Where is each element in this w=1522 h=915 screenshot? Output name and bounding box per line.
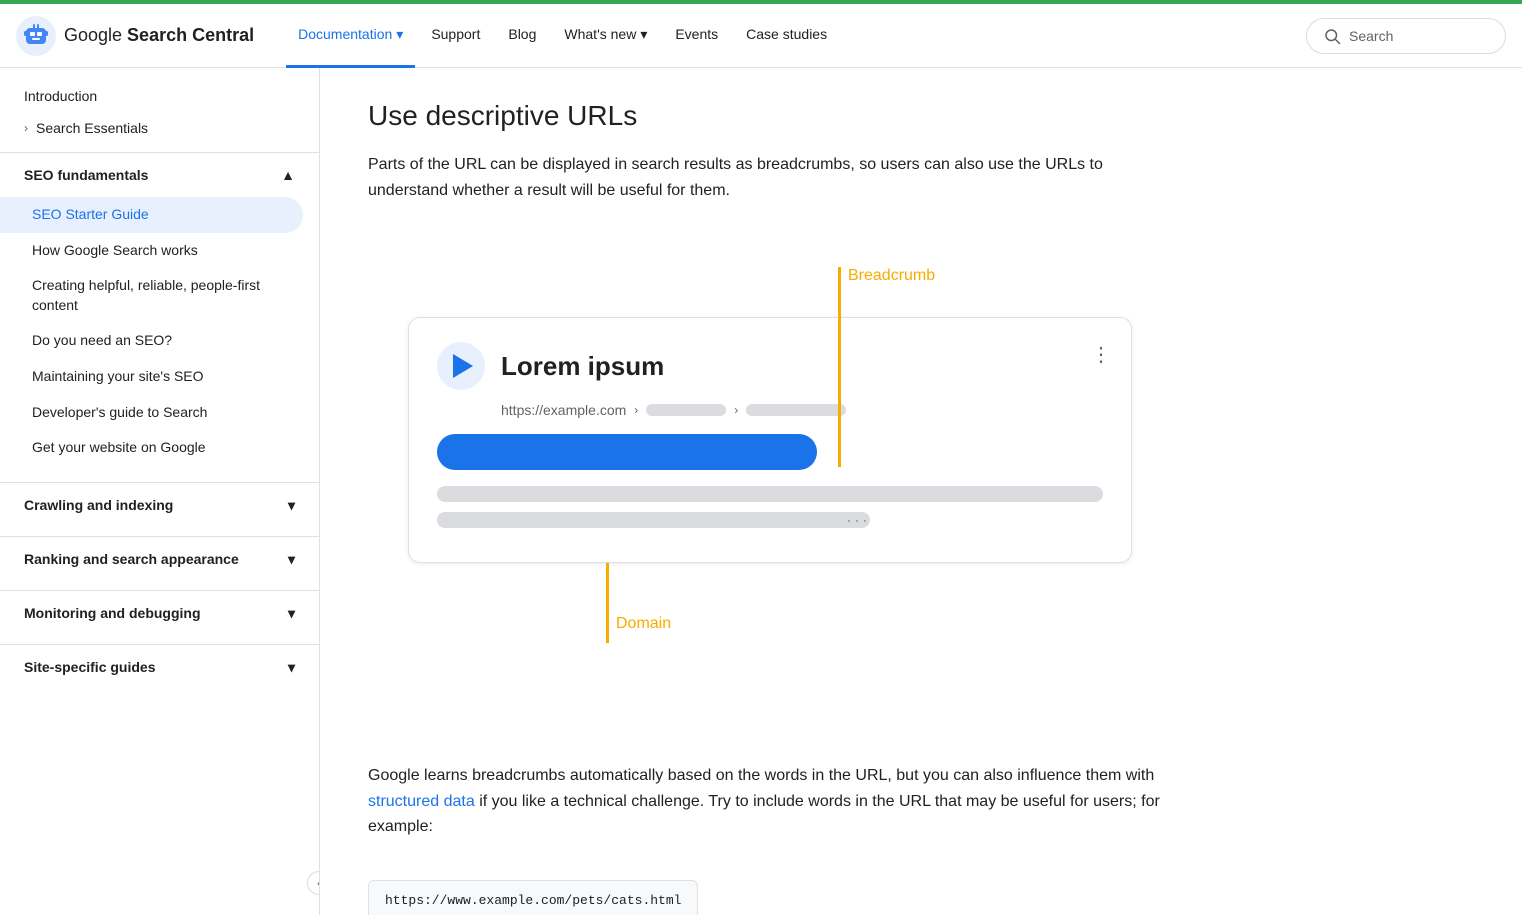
body-text-paragraph: Google learns breadcrumbs automatically … [368,763,1172,840]
nav-whats-new[interactable]: What's new ▾ [552,4,659,68]
url-text: https://example.com [501,402,626,418]
sidebar-group-seo-fundamentals-header[interactable]: SEO fundamentals ▲ [0,153,319,197]
url-separator-2: › [734,403,738,417]
chevron-down-monitoring-icon: ▾ [288,605,295,622]
url-separator-1: › [634,403,638,417]
logo[interactable]: Google Search Central [16,16,254,56]
sidebar-group-crawling-header[interactable]: Crawling and indexing ▾ [0,483,319,528]
sidebar: Introduction › Search Essentials SEO fun… [0,68,320,915]
three-dots-menu[interactable]: ⋮ [1091,342,1111,367]
nav-blog[interactable]: Blog [496,4,548,68]
domain-line [606,563,609,643]
gray-bar-1 [437,486,1103,502]
url-gray-segment-2 [746,404,846,416]
sidebar-item-do-you-need-seo[interactable]: Do you need an SEO? [0,323,319,359]
top-nav: Google Search Central Documentation ▾ Su… [0,4,1522,68]
domain-annotation: Domain [388,563,1152,643]
main-content: Use descriptive URLs Parts of the URL ca… [320,68,1220,915]
search-bar[interactable]: Search [1306,18,1506,54]
chevron-up-icon: ▲ [281,167,295,183]
layout: Introduction › Search Essentials SEO fun… [0,68,1522,915]
breadcrumb-label: Breadcrumb [848,267,935,285]
sidebar-group-monitoring: Monitoring and debugging ▾ [0,590,319,636]
search-result-diagram: Breadcrumb ⋮ Lorem ipsum https://example… [368,227,1172,763]
sidebar-group-monitoring-header[interactable]: Monitoring and debugging ▾ [0,591,319,636]
nav-links: Documentation ▾ Support Blog What's new … [286,4,1306,68]
chevron-down-site-specific-icon: ▾ [288,659,295,676]
result-icon [437,342,485,390]
chevron-right-icon: › [24,121,28,135]
domain-label: Domain [616,615,671,633]
sidebar-item-get-website-on-google[interactable]: Get your website on Google [0,430,319,466]
body-text-1: Google learns breadcrumbs automatically … [368,767,1154,784]
nav-case-studies[interactable]: Case studies [734,4,839,68]
search-result-title: Lorem ipsum [501,351,664,382]
sidebar-group-site-specific: Site-specific guides ▾ [0,644,319,690]
page-title: Use descriptive URLs [368,100,1172,132]
logo-icon [16,16,56,56]
sidebar-group-ranking-header[interactable]: Ranking and search appearance ▾ [0,537,319,582]
url-gray-segment-1 [646,404,726,416]
search-result-url-row: https://example.com › › [437,402,1103,418]
search-result-header: Lorem ipsum [437,342,1103,390]
sidebar-item-search-essentials[interactable]: › Search Essentials [0,112,319,144]
gray-bar-2: ··· [437,512,870,528]
sidebar-item-creating-helpful-content[interactable]: Creating helpful, reliable, people-first… [0,268,319,323]
sidebar-group-ranking: Ranking and search appearance ▾ [0,536,319,582]
body-text-2: if you like a technical challenge. Try t… [368,793,1160,836]
sidebar-group-seo-fundamentals: SEO fundamentals ▲ SEO Starter Guide How… [0,152,319,474]
chevron-down-crawling-icon: ▾ [288,497,295,514]
documentation-dropdown-icon: ▾ [396,26,403,43]
sidebar-top-items: Introduction › Search Essentials [0,68,319,144]
nav-events[interactable]: Events [663,4,730,68]
sidebar-group-crawling: Crawling and indexing ▾ [0,482,319,528]
whats-new-dropdown-icon: ▾ [640,26,647,43]
search-result-card: ⋮ Lorem ipsum https://example.com › › [408,317,1132,563]
sidebar-group-seo-fundamentals-content: SEO Starter Guide How Google Search work… [0,197,319,474]
sidebar-item-developers-guide[interactable]: Developer's guide to Search [0,395,319,431]
blue-bar [437,434,817,470]
structured-data-link[interactable]: structured data [368,793,475,810]
nav-documentation[interactable]: Documentation ▾ [286,4,415,68]
sidebar-item-seo-starter-guide[interactable]: SEO Starter Guide [0,197,303,233]
play-icon [453,354,473,378]
search-label: Search [1349,28,1393,44]
breadcrumb-line [838,267,841,467]
sidebar-collapse-button[interactable]: ‹ [307,871,320,895]
search-icon [1323,27,1341,45]
chevron-down-ranking-icon: ▾ [288,551,295,568]
intro-text: Parts of the URL can be displayed in sea… [368,152,1172,203]
sidebar-item-how-google-search-works[interactable]: How Google Search works [0,233,319,269]
sidebar-item-introduction[interactable]: Introduction [0,80,319,112]
nav-support[interactable]: Support [419,4,492,68]
logo-text: Google Search Central [64,25,254,46]
code-example-1: https://www.example.com/pets/cats.html [368,880,698,915]
sidebar-group-site-specific-header[interactable]: Site-specific guides ▾ [0,645,319,690]
sidebar-item-maintaining-seo[interactable]: Maintaining your site's SEO [0,359,319,395]
